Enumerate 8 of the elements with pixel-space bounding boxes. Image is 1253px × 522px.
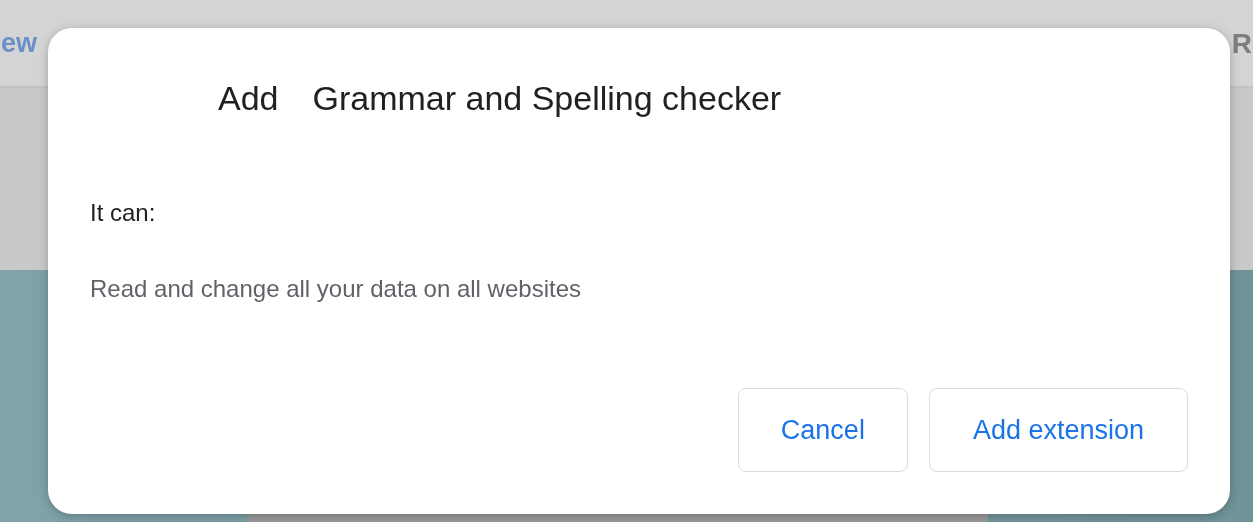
tab-text: ew — [1, 30, 38, 57]
extension-name: Grammar and Spelling checker — [312, 78, 782, 119]
section-label: It can: — [90, 197, 157, 228]
cancel-button[interactable]: Cancel — [737, 388, 908, 472]
dialog-title: Add — [218, 78, 279, 119]
add-extension-button[interactable]: Add extension — [928, 388, 1188, 472]
permission-text: Read and change all your data on all websites — [90, 273, 582, 304]
tab-text: R — [1231, 30, 1252, 58]
